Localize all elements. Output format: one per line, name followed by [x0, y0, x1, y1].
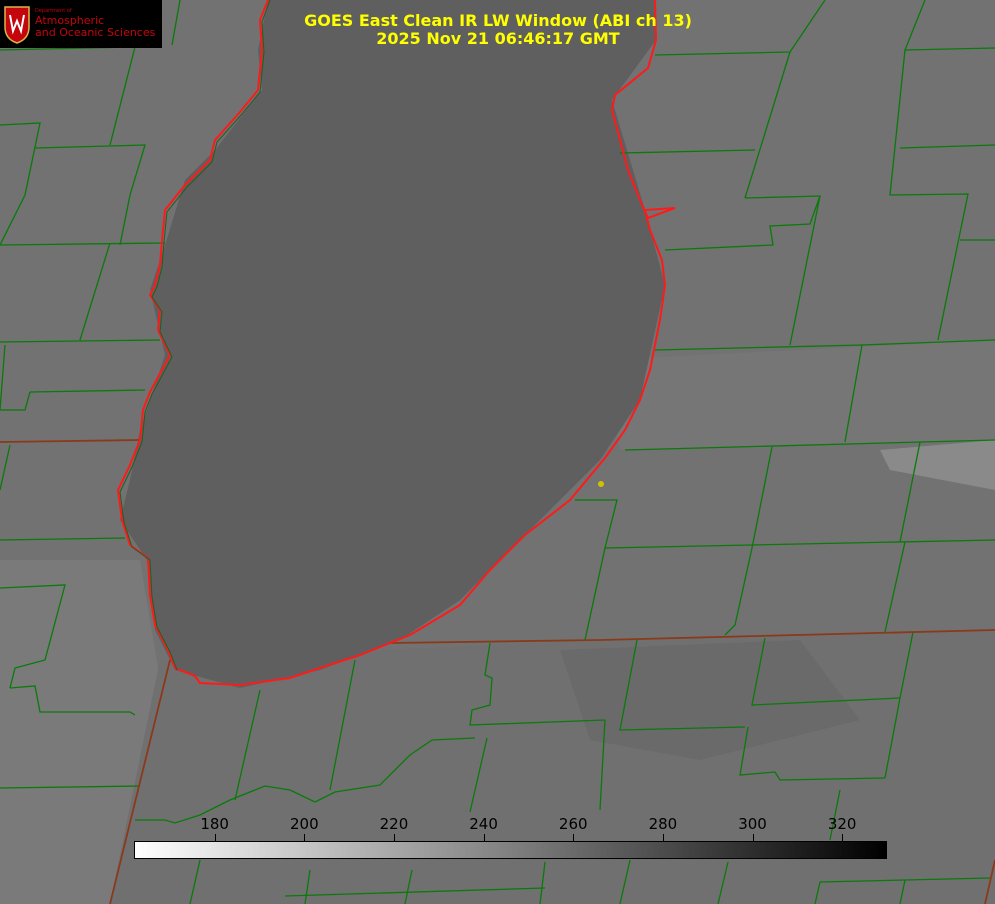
colorbar-tick: [842, 834, 844, 841]
colorbar-tick-label: 280: [648, 815, 678, 833]
title-product: GOES East Clean IR LW Window (ABI ch 13): [304, 11, 692, 30]
image-title: GOES East Clean IR LW Window (ABI ch 13)…: [298, 12, 698, 48]
satellite-map[interactable]: [0, 0, 995, 904]
colorbar-tick: [304, 834, 306, 841]
uw-crest-icon: [4, 6, 30, 44]
colorbar-tick: [662, 834, 664, 841]
colorbar-tick-label: 220: [379, 815, 409, 833]
station-marker[interactable]: [598, 481, 604, 487]
colorbar-tick-label: 180: [200, 815, 229, 833]
colorbar-tick: [752, 834, 754, 841]
colorbar-tick-label: 240: [469, 815, 498, 833]
colorbar-tick: [573, 834, 575, 841]
colorbar-tick-label: 200: [289, 815, 319, 833]
colorbar-gradient: [134, 841, 887, 859]
title-timestamp: 2025 Nov 21 06:46:17 GMT: [376, 29, 620, 48]
colorbar-tick-label: 260: [558, 815, 588, 833]
colorbar-tick-label: 300: [738, 815, 767, 833]
aos-logo[interactable]: Department of Atmospheric and Oceanic Sc…: [0, 0, 162, 48]
logo-line2: and Oceanic Sciences: [35, 26, 156, 39]
colorbar-tick: [214, 834, 216, 841]
colorbar-tick: [483, 834, 485, 841]
colorbar-tick: [393, 834, 395, 841]
colorbar-tick-label: 320: [827, 815, 857, 833]
